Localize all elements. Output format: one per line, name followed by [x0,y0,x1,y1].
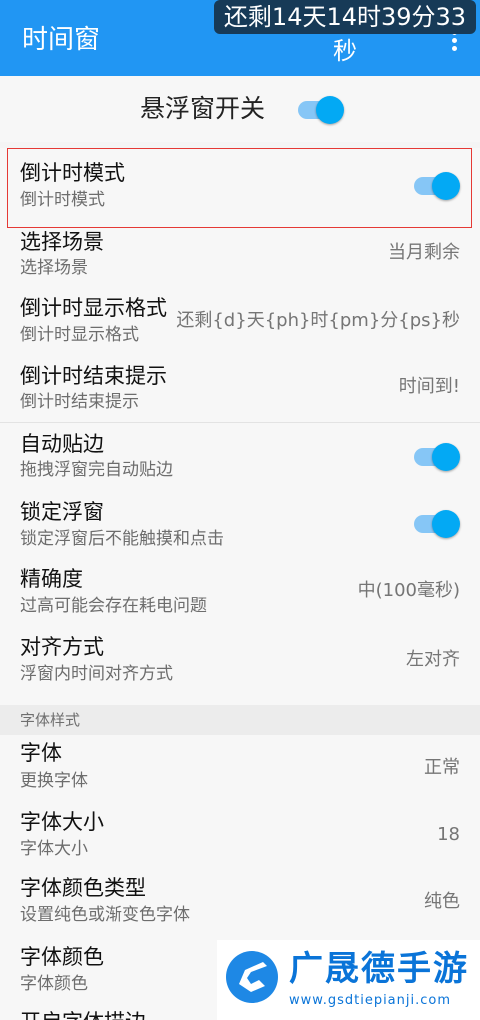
setting-title: 自动贴边 [20,432,104,456]
setting-subtitle: 字体颜色 [20,974,88,994]
auto-snap-toggle[interactable] [414,443,460,471]
setting-subtitle: 拖拽浮窗完自动贴边 [20,460,173,480]
setting-title: 选择场景 [20,230,104,254]
setting-title: 倒计时显示格式 [20,296,167,320]
setting-title: 字体颜色类型 [20,876,146,900]
setting-value: 纯色 [424,891,460,912]
setting-subtitle: 设置纯色或渐变色字体 [20,905,190,925]
setting-row-precision[interactable]: 精确度 过高可能会存在耗电问题 中(100毫秒) [0,558,480,626]
setting-row-lock-window[interactable]: 锁定浮窗 锁定浮窗后不能触摸和点击 [0,490,480,558]
setting-row-end-reminder[interactable]: 倒计时结束提示 倒计时结束提示 时间到! [0,360,480,422]
setting-row-font[interactable]: 字体 更换字体 正常 [0,735,480,802]
floating-window-master-row[interactable]: 悬浮窗开关 [0,76,480,142]
master-switch-label: 悬浮窗开关 [140,94,266,123]
setting-row-auto-snap[interactable]: 自动贴边 拖拽浮窗完自动贴边 [0,423,480,490]
setting-row-font-size[interactable]: 字体大小 字体大小 18 [0,802,480,868]
setting-value: 左对齐 [406,649,460,670]
app-title: 时间窗 [22,25,101,55]
master-toggle-switch[interactable] [298,96,344,124]
setting-row-font-color-type[interactable]: 字体颜色类型 设置纯色或渐变色字体 纯色 [0,868,480,936]
setting-value: 时间到! [398,376,460,397]
setting-title: 精确度 [20,567,83,591]
setting-title: 字体颜色 [20,945,104,969]
setting-subtitle: 更换字体 [20,771,88,791]
setting-value: 还剩{d}天{ph}时{pm}分{ps}秒 [176,310,460,331]
setting-title: 字体大小 [20,810,104,834]
section-header-font-style: 字体样式 [0,705,480,735]
setting-row-display-format[interactable]: 倒计时显示格式 倒计时显示格式 还剩{d}天{ph}时{pm}分{ps}秒 [0,292,480,360]
setting-subtitle: 锁定浮窗后不能触摸和点击 [20,529,224,549]
setting-value: 中(100毫秒) [357,580,460,601]
setting-value: 当月剩余 [388,242,460,263]
section-header-label: 字体样式 [20,711,81,729]
setting-subtitle: 倒计时显示格式 [20,325,139,345]
setting-title: 倒计时结束提示 [20,364,167,388]
setting-subtitle: 字体大小 [20,839,88,859]
lock-window-toggle[interactable] [414,510,460,538]
setting-value: 正常 [424,757,460,778]
watermark-logo-icon [226,951,278,1003]
watermark-name: 广晟德手游 [289,949,469,989]
setting-subtitle: 倒计时结束提示 [20,392,139,412]
setting-subtitle: 选择场景 [20,258,88,278]
setting-subtitle: 过高可能会存在耗电问题 [20,596,207,616]
setting-value: 18 [437,824,460,845]
setting-subtitle: 浮窗内时间对齐方式 [20,664,173,684]
highlight-box [7,148,472,228]
setting-title: 字体 [20,741,62,765]
watermark-url: www.gsdtiepianji.com [289,993,452,1008]
setting-row-alignment[interactable]: 对齐方式 浮窗内时间对齐方式 左对齐 [0,626,480,705]
setting-row-select-scene[interactable]: 选择场景 选择场景 当月剩余 [0,228,480,292]
watermark: 广晟德手游 www.gsdtiepianji.com [217,940,480,1020]
setting-title: 对齐方式 [20,635,104,659]
floating-countdown-window[interactable]: 还剩14天14时39分33秒 [214,0,476,65]
setting-title: 开启字体描边 [20,1008,146,1020]
setting-title: 锁定浮窗 [20,500,104,524]
